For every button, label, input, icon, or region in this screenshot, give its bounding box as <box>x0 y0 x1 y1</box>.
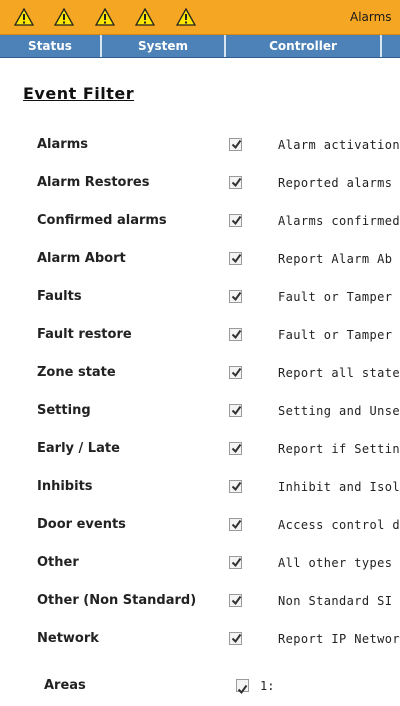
event-description: Report all state <box>278 366 400 380</box>
event-checkbox[interactable] <box>229 594 242 607</box>
event-label: Alarms <box>37 137 88 152</box>
checkmark-icon <box>231 177 242 188</box>
event-description: Setting and Unse <box>278 404 400 418</box>
event-description: Reported alarms <box>278 176 393 190</box>
event-description: Report Alarm Ab <box>278 252 393 266</box>
warning-icon[interactable] <box>176 8 196 26</box>
checkmark-icon <box>231 557 242 568</box>
areas-checkbox[interactable] <box>236 679 249 695</box>
areas-label: Areas <box>44 678 86 693</box>
event-checkbox[interactable] <box>229 176 242 189</box>
alarms-title[interactable]: Alarms <box>350 10 392 24</box>
checkmark-icon <box>231 329 242 340</box>
event-label: Faults <box>37 289 82 304</box>
event-label: Door events <box>37 517 126 532</box>
event-description: Alarms confirmed <box>278 214 400 228</box>
checkmark-icon <box>237 684 248 695</box>
checkmark-icon <box>231 291 242 302</box>
event-checkbox[interactable] <box>229 138 242 151</box>
page-title: Event Filter <box>23 84 135 103</box>
tab-controller[interactable]: Controller <box>226 35 382 57</box>
main-nav: Status System Controller <box>0 35 400 58</box>
event-description: Inhibit and Isola <box>278 480 400 494</box>
event-description: Report if Setting <box>278 442 400 456</box>
checkmark-icon <box>231 405 242 416</box>
warning-icon[interactable] <box>135 8 155 26</box>
checkmark-icon <box>231 443 242 454</box>
warning-icon[interactable] <box>54 8 74 26</box>
event-label: Other (Non Standard) <box>37 593 197 608</box>
event-checkbox[interactable] <box>229 214 242 227</box>
event-label: Alarm Abort <box>37 251 126 266</box>
checkmark-icon <box>231 481 242 492</box>
event-label: Zone state <box>37 365 116 380</box>
warning-icon[interactable] <box>14 8 34 26</box>
event-checkbox[interactable] <box>229 252 242 265</box>
event-label: Early / Late <box>37 441 120 456</box>
event-label: Fault restore <box>37 327 132 342</box>
event-description: Alarm activation <box>278 138 400 152</box>
areas-value: 1: <box>260 679 275 693</box>
event-label: Other <box>37 555 79 570</box>
event-checkbox[interactable] <box>229 290 242 303</box>
event-checkbox[interactable] <box>229 404 242 417</box>
event-label: Confirmed alarms <box>37 213 167 228</box>
event-description: Fault or Tamper <box>278 328 393 342</box>
event-checkbox[interactable] <box>229 632 242 645</box>
event-label: Network <box>37 631 99 646</box>
event-description: Fault or Tamper <box>278 290 393 304</box>
event-label: Alarm Restores <box>37 175 150 190</box>
warning-icon[interactable] <box>95 8 115 26</box>
event-label: Inhibits <box>37 479 93 494</box>
tab-system[interactable]: System <box>102 35 226 57</box>
event-description: Report IP Networ <box>278 632 400 646</box>
checkmark-icon <box>231 215 242 226</box>
event-checkbox[interactable] <box>229 366 242 379</box>
event-label: Setting <box>37 403 91 418</box>
event-checkbox[interactable] <box>229 518 242 531</box>
event-description: All other types o <box>278 556 400 570</box>
event-checkbox[interactable] <box>229 480 242 493</box>
checkmark-icon <box>231 595 242 606</box>
checkmark-icon <box>231 633 242 644</box>
event-checkbox[interactable] <box>229 442 242 455</box>
event-description: Non Standard SI <box>278 594 393 608</box>
checkmark-icon <box>231 367 242 378</box>
checkmark-icon <box>231 519 242 530</box>
event-checkbox[interactable] <box>229 328 242 341</box>
event-description: Access control do <box>278 518 400 532</box>
event-checkbox[interactable] <box>229 556 242 569</box>
tab-status[interactable]: Status <box>0 35 102 57</box>
checkmark-icon <box>231 139 242 150</box>
checkmark-icon <box>231 253 242 264</box>
alarm-bar: Alarms <box>0 0 400 35</box>
tab-more[interactable] <box>382 35 400 57</box>
